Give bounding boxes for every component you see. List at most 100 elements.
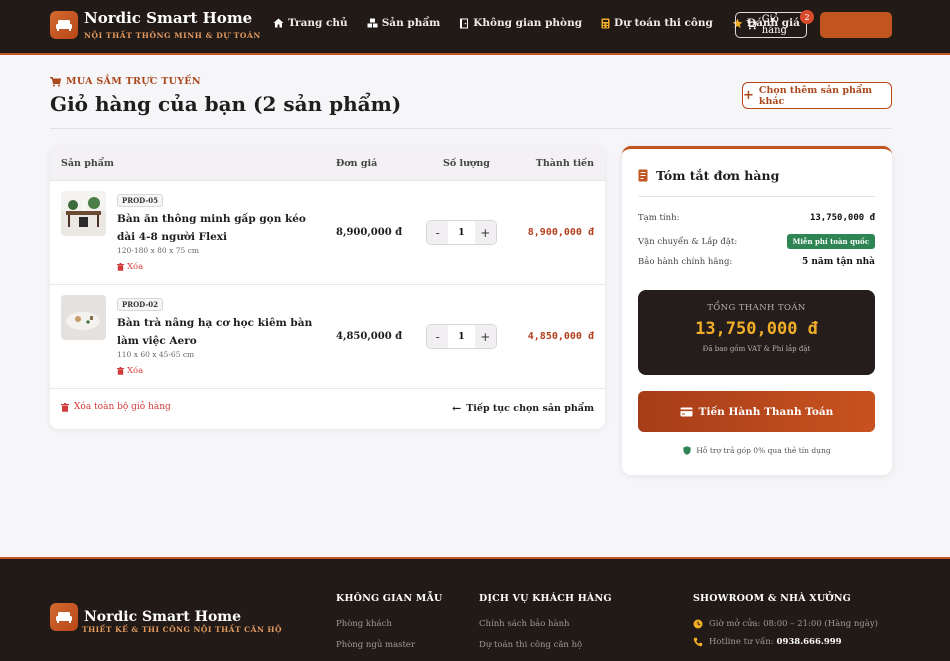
brand-logo[interactable]: Nordic Smart Home NỘI THẤT THÔNG MINH & … — [50, 10, 261, 40]
clear-cart-label: Xóa toàn bộ giỏ hàng — [74, 402, 171, 412]
nav-item-label: Dự toán thi công — [614, 17, 713, 29]
sofa-icon — [50, 603, 78, 631]
title-divider — [50, 128, 892, 129]
free-shipping-badge: Miễn phí toàn quốc — [786, 234, 875, 249]
site-footer: Nordic Smart Home THIẾT KẾ & THI CÔNG NỘ… — [0, 557, 950, 661]
warranty-value: 5 năm tận nhà — [801, 257, 875, 267]
installment-note: Hỗ trợ trả góp 0% qua thẻ tín dụng — [622, 446, 892, 455]
footer-link-living-room[interactable]: Phòng khách — [336, 619, 392, 629]
trash-icon — [61, 402, 69, 412]
remove-label: Xóa — [127, 366, 144, 376]
footer-brand-tagline: THIẾT KẾ & THI CÔNG NỘI THẤT CĂN HỘ — [82, 625, 283, 634]
decrease-quantity-button[interactable]: - — [427, 221, 449, 244]
account-button[interactable] — [820, 12, 892, 38]
nav-item-label: Sản phẩm — [381, 17, 441, 29]
product-code-badge: PROD-02 — [117, 298, 164, 311]
cart-button[interactable]: Giỏ hàng — [735, 12, 807, 38]
cubes-icon — [367, 18, 378, 28]
footer-hotline: Hotline tư vấn: 0938.666.999 — [693, 637, 842, 647]
nav-item-products[interactable]: Sản phẩm — [367, 17, 441, 29]
unit-price: 8,900,000 đ — [336, 227, 403, 238]
header-unit-price: Đơn giá — [336, 158, 378, 169]
plus-icon: + — [743, 88, 754, 103]
trash-icon — [117, 263, 124, 271]
header-quantity: Số lượng — [443, 158, 490, 169]
product-image[interactable] — [61, 295, 106, 340]
product-name[interactable]: Bàn trà nâng hạ cơ học kiêm bàn làm việc… — [117, 315, 317, 350]
cart-table-header: Sản phẩm Đơn giá Số lượng Thành tiền — [50, 146, 605, 181]
grand-total-box: TỔNG THANH TOÁN 13,750,000 đ Đã bao gồm … — [638, 290, 875, 375]
remove-item-button[interactable]: Xóa — [117, 262, 143, 272]
clear-cart-button[interactable]: Xóa toàn bộ giỏ hàng — [61, 402, 171, 412]
table-row: PROD-05 Bàn ăn thông minh gấp gọn kéo dà… — [50, 181, 605, 285]
footer-link-estimate[interactable]: Dự toán thi công căn hộ — [479, 640, 582, 650]
add-more-products-button[interactable]: + Chọn thêm sản phẩm khác — [742, 82, 892, 109]
hotline-number[interactable]: 0938.666.999 — [777, 637, 842, 647]
checkout-label: Tiến Hành Thanh Toán — [698, 405, 834, 418]
grand-total-label: TỔNG THANH TOÁN — [707, 303, 806, 313]
phone-icon — [693, 637, 703, 647]
grand-total-note: Đã bao gồm VAT & Phí lắp đặt — [702, 345, 811, 353]
summary-title: Tóm tắt đơn hàng — [638, 168, 779, 183]
remove-item-button[interactable]: Xóa — [117, 366, 143, 376]
continue-shopping-label: Tiếp tục chọn sản phẩm — [466, 403, 594, 414]
increase-quantity-button[interactable]: + — [474, 221, 496, 244]
header-line-total: Thành tiền — [535, 158, 594, 169]
footer-link-master-bedroom[interactable]: Phòng ngủ master — [336, 640, 415, 650]
door-icon — [460, 18, 469, 28]
shipping-label: Vận chuyển & Lắp đặt: — [638, 236, 738, 247]
unit-price: 4,850,000 đ — [336, 331, 403, 342]
trash-icon — [117, 367, 124, 375]
quantity-stepper: - 1 + — [426, 324, 497, 349]
product-name[interactable]: Bàn ăn thông minh gấp gọn kéo dài 4-8 ng… — [117, 211, 317, 246]
installment-text: Hỗ trợ trả góp 0% qua thẻ tín dụng — [696, 446, 831, 455]
cart-icon — [746, 20, 757, 30]
cart-table-footer: Xóa toàn bộ giỏ hàng ← Tiếp tục chọn sản… — [50, 391, 605, 429]
subtotal-line: Tạm tính: 13,750,000 đ — [638, 213, 875, 223]
nav-item-estimate[interactable]: Dự toán thi công — [601, 17, 713, 29]
quantity-value[interactable]: 1 — [448, 325, 475, 348]
product-code-badge: PROD-05 — [117, 194, 164, 207]
nav-item-label: Trang chủ — [288, 17, 348, 29]
header-product: Sản phẩm — [61, 158, 114, 169]
brand-name: Nordic Smart Home — [84, 9, 253, 27]
continue-shopping-link[interactable]: ← Tiếp tục chọn sản phẩm — [452, 402, 594, 415]
brand-tagline: NỘI THẤT THÔNG MINH & DỰ TOÁN — [84, 31, 261, 40]
cart-table: Sản phẩm Đơn giá Số lượng Thành tiền PRO… — [50, 146, 605, 429]
opening-hours-text: Giờ mở cửa: 08:00 – 21:00 (Hàng ngày) — [709, 619, 878, 629]
cart-icon — [50, 76, 61, 86]
footer-brand-name: Nordic Smart Home — [84, 609, 242, 625]
footer-col-title-showroom: SHOWROOM & NHÀ XƯỞNG — [693, 593, 851, 604]
line-total: 8,900,000 đ — [527, 227, 594, 238]
product-dimensions: 120-180 x 80 x 75 cm — [117, 246, 199, 255]
credit-card-icon — [680, 407, 693, 416]
cart-count-badge: 2 — [800, 10, 814, 24]
calculator-icon — [601, 18, 610, 28]
checkout-button[interactable]: Tiến Hành Thanh Toán — [638, 391, 875, 432]
summary-divider — [638, 196, 875, 197]
nav-item-rooms[interactable]: Không gian phòng — [459, 17, 582, 29]
footer-link-warranty[interactable]: Chính sách bảo hành — [479, 619, 570, 629]
warranty-line: Bảo hành chính hãng: 5 năm tận nhà — [638, 257, 875, 267]
site-header: Nordic Smart Home NỘI THẤT THÔNG MINH & … — [0, 0, 950, 55]
increase-quantity-button[interactable]: + — [474, 325, 496, 348]
quantity-value[interactable]: 1 — [448, 221, 475, 244]
eyebrow-text: MUA SẮM TRỰC TUYẾN — [66, 76, 201, 87]
product-dimensions: 110 x 60 x 45-65 cm — [117, 350, 195, 359]
product-image[interactable] — [61, 191, 106, 236]
arrow-left-icon: ← — [452, 402, 462, 415]
add-more-label: Chọn thêm sản phẩm khác — [758, 84, 873, 107]
clock-icon — [693, 619, 703, 629]
nav-item-label: Không gian phòng — [473, 17, 583, 29]
warranty-label: Bảo hành chính hãng: — [638, 257, 733, 267]
footer-col-title-rooms: KHÔNG GIAN MẪU — [336, 593, 443, 604]
footer-col-title-services: DỊCH VỤ KHÁCH HÀNG — [479, 593, 612, 604]
shield-icon — [683, 446, 692, 455]
summary-title-text: Tóm tắt đơn hàng — [656, 168, 780, 183]
home-icon — [273, 18, 284, 28]
order-summary: Tóm tắt đơn hàng Tạm tính: 13,750,000 đ … — [622, 146, 892, 475]
decrease-quantity-button[interactable]: - — [427, 325, 449, 348]
nav-item-home[interactable]: Trang chủ — [273, 17, 348, 29]
receipt-icon — [638, 169, 648, 182]
quantity-stepper: - 1 + — [426, 220, 497, 245]
